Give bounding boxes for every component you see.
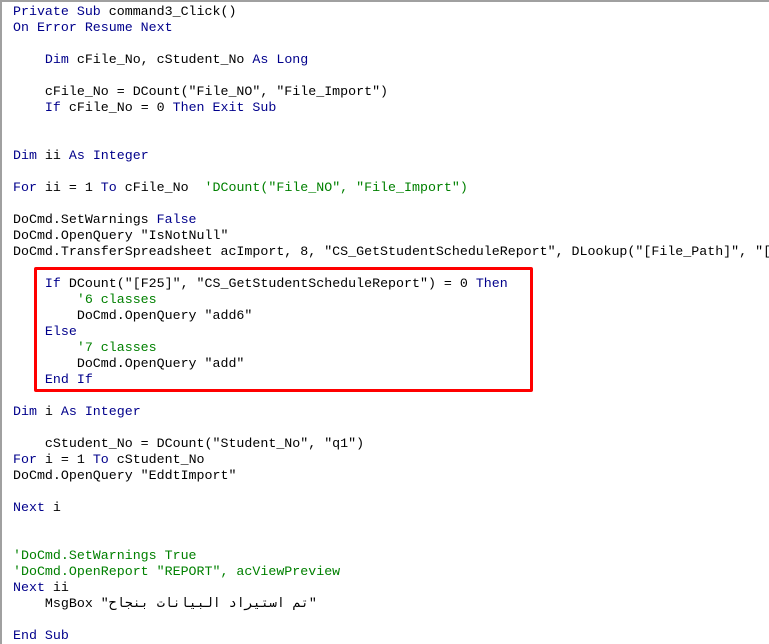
code-token: cFile_No, cStudent_No xyxy=(76,52,253,67)
code-line[interactable]: 'DoCmd.OpenReport "REPORT", acViewPrevie… xyxy=(13,564,769,580)
code-line[interactable] xyxy=(13,68,769,84)
code-line[interactable]: cStudent_No = DCount("Student_No", "q1") xyxy=(13,436,769,452)
code-token: DoCmd.SetWarnings xyxy=(13,212,157,227)
keyword-token: If xyxy=(44,100,69,115)
code-line[interactable]: Next i xyxy=(13,500,769,516)
keyword-token: Dim xyxy=(13,148,45,163)
code-line[interactable]: Dim ii As Integer xyxy=(13,148,769,164)
comment-token: 'DoCmd.OpenReport "REPORT", acViewPrevie… xyxy=(13,564,341,579)
code-line[interactable] xyxy=(13,532,769,548)
code-line[interactable]: DoCmd.TransferSpreadsheet acImport, 8, "… xyxy=(13,244,769,260)
code-token: ii = 1 xyxy=(44,180,101,195)
keyword-token: Private Sub xyxy=(13,4,109,19)
highlight-box xyxy=(34,267,533,392)
code-token: MsgBox "تم استيراد البيانات بنجاح" xyxy=(13,596,317,611)
code-line[interactable] xyxy=(13,484,769,500)
keyword-token: As Integer xyxy=(68,148,149,163)
comment-token: 'DoCmd.SetWarnings True xyxy=(13,548,197,563)
code-token: DoCmd.TransferSpreadsheet acImport, 8, "… xyxy=(13,244,769,259)
code-token: cStudent_No xyxy=(116,452,205,467)
code-line[interactable] xyxy=(13,196,769,212)
keyword-token: To xyxy=(92,452,117,467)
keyword-token: Dim xyxy=(44,52,77,67)
code-token: cFile_No = DCount("File_NO", "File_Impor… xyxy=(13,84,389,99)
code-line[interactable] xyxy=(13,36,769,52)
keyword-token: To xyxy=(100,180,125,195)
keyword-token: Then Exit Sub xyxy=(172,100,277,115)
keyword-token: As Long xyxy=(252,52,309,67)
code-token: cFile_No xyxy=(124,180,205,195)
code-line[interactable] xyxy=(13,164,769,180)
code-line[interactable] xyxy=(13,612,769,628)
keyword-token: As Integer xyxy=(60,404,141,419)
code-line[interactable]: MsgBox "تم استيراد البيانات بنجاح" xyxy=(13,596,769,612)
keyword-token: Next xyxy=(13,500,53,515)
code-editor[interactable]: Private Sub command3_Click() On Error Res… xyxy=(0,0,769,644)
code-line[interactable]: If cFile_No = 0 Then Exit Sub xyxy=(13,100,769,116)
code-token: ii xyxy=(52,580,69,595)
code-line[interactable] xyxy=(13,516,769,532)
code-token: i = 1 xyxy=(44,452,93,467)
code-line[interactable]: cFile_No = DCount("File_NO", "File_Impor… xyxy=(13,84,769,100)
code-line[interactable] xyxy=(13,132,769,148)
code-token: i xyxy=(44,404,61,419)
keyword-token: End Sub xyxy=(13,628,69,643)
code-line[interactable]: For ii = 1 To cFile_No 'DCount("File_NO"… xyxy=(13,180,769,196)
code-line[interactable]: For i = 1 To cStudent_No xyxy=(13,452,769,468)
code-line[interactable]: Private Sub command3_Click() xyxy=(13,4,769,20)
code-line[interactable]: Dim i As Integer xyxy=(13,404,769,420)
code-token: command3_Click() xyxy=(108,4,237,19)
code-token: cStudent_No = DCount("Student_No", "q1") xyxy=(13,436,365,451)
keyword-token: For xyxy=(13,180,45,195)
code-line[interactable] xyxy=(13,116,769,132)
code-line[interactable]: 'DoCmd.SetWarnings True xyxy=(13,548,769,564)
code-token: DoCmd.OpenQuery "EddtImport" xyxy=(13,468,237,483)
keyword-token: False xyxy=(156,212,197,227)
code-line[interactable]: DoCmd.SetWarnings False xyxy=(13,212,769,228)
keyword-token: Next xyxy=(13,580,53,595)
code-token: cFile_No = 0 xyxy=(68,100,173,115)
code-token: DoCmd.OpenQuery "IsNotNull" xyxy=(13,228,229,243)
code-line[interactable]: Dim cFile_No, cStudent_No As Long xyxy=(13,52,769,68)
code-line[interactable]: DoCmd.OpenQuery "IsNotNull" xyxy=(13,228,769,244)
code-line[interactable]: Next ii xyxy=(13,580,769,596)
code-line[interactable]: DoCmd.OpenQuery "EddtImport" xyxy=(13,468,769,484)
code-token: ii xyxy=(44,148,69,163)
code-line[interactable]: End Sub xyxy=(13,628,769,644)
keyword-token: Dim xyxy=(13,404,45,419)
comment-token: 'DCount("File_NO", "File_Import") xyxy=(204,180,468,195)
code-token: i xyxy=(52,500,61,515)
code-line[interactable]: On Error Resume Next xyxy=(13,20,769,36)
code-line[interactable] xyxy=(13,420,769,436)
keyword-token: On Error Resume Next xyxy=(13,20,173,35)
keyword-token: For xyxy=(13,452,45,467)
